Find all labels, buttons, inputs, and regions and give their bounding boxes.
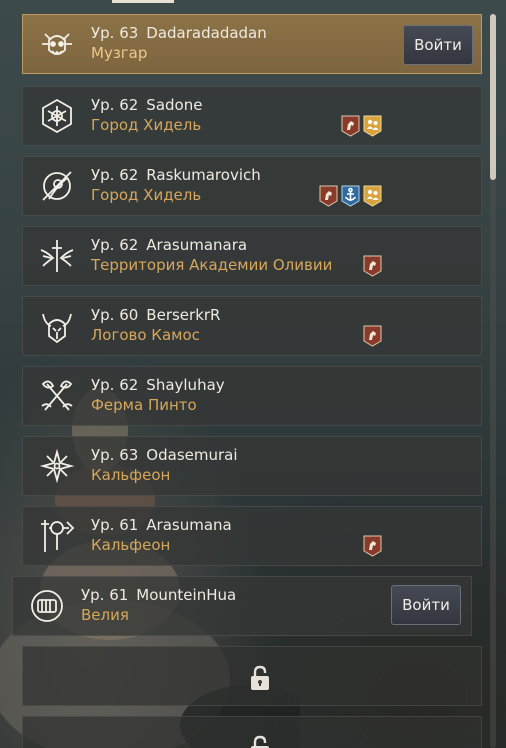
mandala-shield-icon (37, 96, 77, 136)
level-label: Ур. 63 (91, 446, 139, 464)
dragon-skull-icon (37, 24, 77, 64)
character-card[interactable]: Ур. 62 Shayluhay Ферма Пинто (22, 366, 482, 426)
character-card[interactable]: Ур. 61 Arasumana Кальфеон (22, 506, 482, 566)
location-label: Логово Камос (91, 326, 200, 344)
character-list: Ур. 63 Dadaradadadan Музгар Войти Ур. 62 S… (0, 0, 506, 748)
location-label: Велия (81, 606, 129, 624)
fist-circle-icon (27, 586, 67, 626)
character-card-selected[interactable]: Ур. 63 Dadaradadadan Музгар Войти (22, 14, 482, 74)
character-card[interactable]: Ур. 60 BerserkrR Логово Камос (22, 296, 482, 356)
badge-group (363, 325, 382, 347)
horse-badge-icon (363, 255, 382, 277)
level-label: Ур. 61 (81, 586, 129, 604)
character-name-line: Ур. 61 Arasumana (91, 516, 232, 534)
location-label: Ферма Пинто (91, 396, 197, 414)
horse-badge-icon (341, 115, 360, 137)
level-label: Ур. 62 (91, 166, 139, 184)
character-name-line: Ур. 62 Raskumarovich (91, 166, 261, 184)
character-name-line: Ур. 62 Sadone (91, 96, 202, 114)
enter-button[interactable]: Войти (403, 25, 473, 65)
character-card[interactable]: Ур. 63 Odasemurai Кальфеон (22, 436, 482, 496)
character-card-hovered[interactable]: Ур. 61 MounteinHua Велия Войти (12, 576, 472, 636)
character-name: Sadone (146, 96, 203, 114)
badge-group (363, 255, 382, 277)
level-label: Ур. 62 (91, 236, 139, 254)
anchor-badge-icon (341, 185, 360, 207)
horned-helmet-icon (37, 306, 77, 346)
family-badge-icon (363, 185, 382, 207)
character-name-line: Ур. 61 MounteinHua (81, 586, 236, 604)
locked-character-slot[interactable] (22, 716, 482, 748)
character-name-line: Ур. 62 Arasumanara (91, 236, 247, 254)
location-label: Кальфеон (91, 466, 171, 484)
badge-group (341, 115, 382, 137)
location-label: Город Хидель (91, 186, 202, 204)
scrollbar-track[interactable] (490, 14, 496, 748)
level-label: Ур. 60 (91, 306, 139, 324)
crossed-axes-icon (37, 376, 77, 416)
location-label: Территория Академии Оливии (91, 256, 333, 274)
lock-icon (249, 735, 271, 748)
character-name-line: Ур. 63 Odasemurai (91, 446, 238, 464)
character-name: Arasumana (146, 516, 232, 534)
character-name-line: Ур. 63 Dadaradadadan (91, 24, 267, 42)
horse-badge-icon (363, 325, 382, 347)
character-name: Arasumanara (146, 236, 248, 254)
horse-badge-icon (363, 535, 382, 557)
location-label: Кальфеон (91, 536, 171, 554)
character-name: Dadaradadadan (146, 24, 267, 42)
shuriken-star-icon (37, 446, 77, 486)
character-name: Raskumarovich (146, 166, 261, 184)
character-name: MounteinHua (136, 586, 237, 604)
character-name-line: Ур. 60 BerserkrR (91, 306, 220, 324)
character-card[interactable]: Ур. 62 Arasumanara Территория Академии Ол… (22, 226, 482, 286)
enter-button[interactable]: Войти (391, 585, 461, 625)
character-card[interactable]: Ур. 62 Sadone Город Хидель (22, 86, 482, 146)
location-label: Город Хидель (91, 116, 202, 134)
lock-icon (249, 665, 271, 691)
family-badge-icon (363, 115, 382, 137)
level-label: Ур. 62 (91, 96, 139, 114)
crossed-blade-circle-icon (37, 166, 77, 206)
level-label: Ур. 62 (91, 376, 139, 394)
character-name: BerserkrR (146, 306, 221, 324)
locked-character-slot[interactable] (22, 646, 482, 706)
hammer-lance-icon (37, 516, 77, 556)
winged-sword-icon (37, 236, 77, 276)
scrollbar-thumb[interactable] (490, 14, 496, 180)
character-name-line: Ур. 62 Shayluhay (91, 376, 225, 394)
character-name: Odasemurai (146, 446, 238, 464)
character-name: Shayluhay (146, 376, 225, 394)
horse-badge-icon (319, 185, 338, 207)
badge-group (319, 185, 382, 207)
level-label: Ур. 63 (91, 24, 139, 42)
badge-group (363, 535, 382, 557)
level-label: Ур. 61 (91, 516, 139, 534)
character-card[interactable]: Ур. 62 Raskumarovich Город Хидель (22, 156, 482, 216)
location-label: Музгар (91, 44, 148, 62)
